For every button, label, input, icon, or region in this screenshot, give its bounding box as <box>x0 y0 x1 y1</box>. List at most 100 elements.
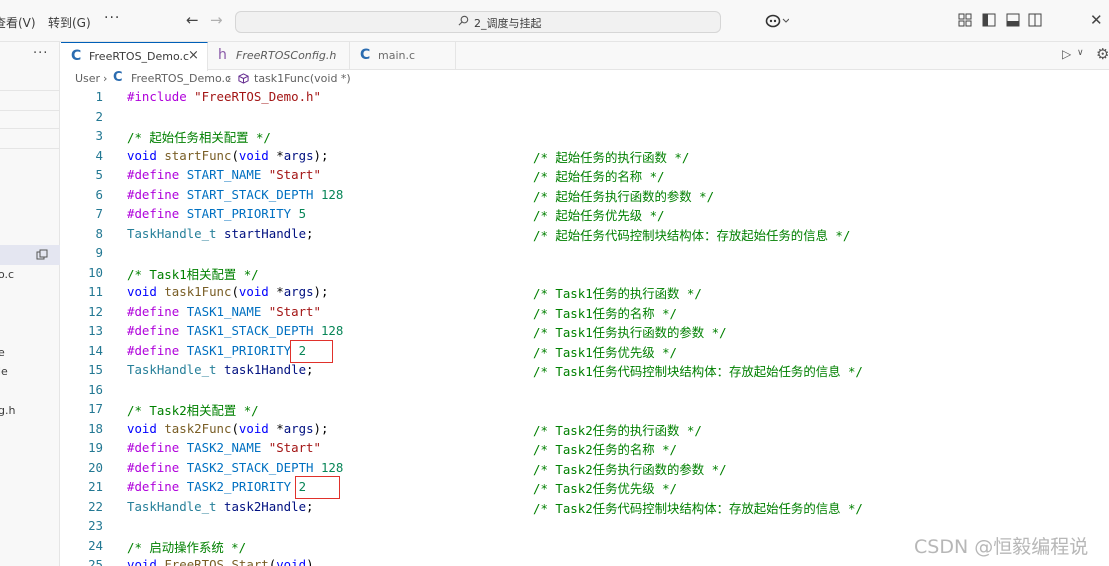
code-line[interactable]: 3 /* 起始任务相关配置 */ <box>61 128 1109 148</box>
code-token: task2Func <box>164 420 232 436</box>
sidebar-selected-item[interactable] <box>0 245 60 265</box>
code-token: /* 起始任务相关配置 */ <box>127 130 271 145</box>
sidebar-more-button[interactable]: ··· <box>33 46 48 61</box>
code-line[interactable]: 11 void task1Func(void *args);/* Task1任务的… <box>61 284 1109 304</box>
menu-goto[interactable]: 转到(G) <box>48 14 91 31</box>
breadcrumb-symbol[interactable]: task1Func(void *) <box>254 72 351 85</box>
window-close-icon[interactable]: ✕ <box>1090 11 1103 29</box>
code-token: ; <box>306 225 314 241</box>
code-line[interactable]: 8 TaskHandle_t startHandle; /* 起始任务代码控制块结构… <box>61 226 1109 246</box>
code-token: #define <box>127 479 187 494</box>
toggle-secondary-sidebar-icon[interactable] <box>1028 13 1042 27</box>
code-token: startFunc <box>164 147 232 163</box>
tab-freertos-demo-c[interactable]: C FreeRTOS_Demo.c × <box>61 42 208 71</box>
code-line[interactable]: 6 #define START_STACK_DEPTH 128 /* 起始任务执行函… <box>61 187 1109 207</box>
line-number: 11 <box>88 284 103 299</box>
code-text: /* Task2相关配置 */ <box>127 401 259 419</box>
code-token: 128 <box>320 459 344 475</box>
back-arrow-icon[interactable]: ← <box>186 11 199 29</box>
split-editor-icon[interactable] <box>36 249 48 261</box>
code-text: #define START_STACK_DEPTH 128 <box>127 187 343 202</box>
code-line[interactable]: 20 #define TASK2_STACK_DEPTH 128 /* Task2任… <box>61 460 1109 480</box>
close-icon[interactable]: × <box>188 48 199 63</box>
toggle-panel-icon[interactable] <box>1006 13 1020 27</box>
code-comment: /* 起始任务的名称 */ <box>533 169 665 184</box>
code-line[interactable]: 2 <box>61 109 1109 129</box>
code-line[interactable]: 4 void startFunc(void *args);/* 起始任务的执行函数… <box>61 148 1109 168</box>
code-line[interactable]: 22 TaskHandle_t task2Handle; /* Task2任务代码控… <box>61 499 1109 519</box>
watermark: CSDN @恒毅编程说 <box>914 536 1089 558</box>
customize-layout-icon[interactable] <box>958 13 972 27</box>
tab-freertosconfig-h[interactable]: h FreeRTOSConfig.h <box>208 42 350 70</box>
toggle-primary-sidebar-icon[interactable] <box>982 13 996 27</box>
line-number: 21 <box>88 479 103 494</box>
code-line[interactable]: 9 <box>61 245 1109 265</box>
code-token: ) <box>306 557 314 566</box>
breadcrumb-root[interactable]: User <box>75 72 100 85</box>
code-line[interactable]: 7 #define START_PRIORITY 5 /* 起始任务优先级 */ <box>61 206 1109 226</box>
sidebar-item-le[interactable]: le <box>0 365 8 378</box>
gear-icon[interactable]: ⚙ <box>1096 45 1109 63</box>
run-icon[interactable]: ▷ <box>1062 47 1071 61</box>
chevron-down-icon[interactable]: ∨ <box>1077 48 1084 58</box>
code-line[interactable]: 21 #define TASK2_PRIORITY 2 /* Task2任务优先级 … <box>61 479 1109 499</box>
code-line[interactable]: 16 <box>61 382 1109 402</box>
line-number: 5 <box>95 167 103 182</box>
code-line[interactable]: 14 #define TASK1_PRIORITY 2 /* Task1任务优先级 … <box>61 343 1109 363</box>
code-editor[interactable]: 1 #include "FreeRTOS_Demo.h" 2 3/* 起始任务相关配置… <box>61 88 1109 566</box>
code-text: /* Task1相关配置 */ <box>127 265 259 283</box>
code-comment: /* Task2任务执行函数的参数 */ <box>533 461 727 477</box>
menu-more-button[interactable]: ··· <box>104 10 120 26</box>
code-token: #define <box>127 440 187 455</box>
code-line[interactable]: 1 #include "FreeRTOS_Demo.h" <box>61 89 1109 109</box>
code-token: 128 <box>320 186 344 202</box>
sidebar-item-e[interactable]: e <box>0 346 5 359</box>
code-comment: /* 起始任务的执行函数 */ <box>533 149 690 165</box>
code-line[interactable]: 18 void task2Func(void *args);/* Task2任务的… <box>61 421 1109 441</box>
code-token: void <box>238 147 277 163</box>
copilot-icon[interactable] <box>765 13 789 29</box>
command-center-search[interactable]: 2_调度与挂起 <box>235 11 721 33</box>
code-line[interactable]: 10 /* Task1相关配置 */ <box>61 265 1109 285</box>
code-line[interactable]: 5 #define START_NAME "Start" /* 起始任务的名称 */ <box>61 167 1109 187</box>
code-token: ); <box>313 420 329 436</box>
code-token: #define <box>127 323 187 338</box>
code-token: TASK2_NAME <box>186 440 269 455</box>
code-line[interactable]: 13 #define TASK1_STACK_DEPTH 128 /* Task1任… <box>61 323 1109 343</box>
code-comment: /* Task1任务的名称 */ <box>533 305 678 321</box>
code-text: #define TASK2_NAME "Start" <box>127 440 321 455</box>
code-text: void FreeRTOS_Start(void) <box>127 557 314 566</box>
code-comment: /* Task1任务优先级 */ <box>533 344 678 360</box>
line-number: 3 <box>95 128 103 143</box>
code-token: "Start" <box>268 440 321 455</box>
code-token: args <box>283 284 314 299</box>
forward-arrow-icon[interactable]: → <box>210 11 223 29</box>
line-number: 1 <box>95 89 103 104</box>
code-line[interactable]: 15 TaskHandle_t task1Handle; /* Task1任务代码控… <box>61 362 1109 382</box>
code-token: "Start" <box>268 303 321 319</box>
tab-label: main.c <box>378 49 416 62</box>
code-line[interactable]: 19 #define TASK2_NAME "Start" /* Task2任务的名… <box>61 440 1109 460</box>
code-token: /* Task1相关配置 */ <box>127 266 259 282</box>
tab-main-c[interactable]: C main.c <box>350 42 456 70</box>
sidebar-item-config-h[interactable]: g.h <box>0 404 15 417</box>
sidebar-divider <box>0 148 60 149</box>
line-number: 24 <box>88 537 103 553</box>
code-token: task2Handle <box>223 498 307 514</box>
code-line[interactable]: 17 /* Task2相关配置 */ <box>61 401 1109 421</box>
code-comment: /* 起始任务代码控制块结构体：存放起始任务的信息 */ <box>533 227 851 243</box>
code-line[interactable]: 12 #define TASK1_NAME "Start" /* Task1任务的名… <box>61 304 1109 324</box>
code-token: ; <box>306 362 314 377</box>
breadcrumb-file[interactable]: FreeRTOS_Demo.c <box>131 72 231 85</box>
code-token: /* Task2相关配置 */ <box>127 403 259 418</box>
line-number: 16 <box>88 381 103 397</box>
editor-tab-bar: C FreeRTOS_Demo.c × h FreeRTOSConfig.h C… <box>61 42 1109 71</box>
h-file-icon: h <box>218 47 227 63</box>
code-token: TASK1_NAME <box>186 303 269 319</box>
code-token: void <box>127 284 165 299</box>
code-token: #include <box>127 89 195 104</box>
menu-view[interactable]: 查看(V) <box>0 14 36 31</box>
code-token: TASK1_STACK_DEPTH <box>186 323 321 338</box>
code-token: /* 启动操作系统 */ <box>127 539 247 555</box>
sidebar-item-demo-c[interactable]: o.c <box>0 268 14 281</box>
